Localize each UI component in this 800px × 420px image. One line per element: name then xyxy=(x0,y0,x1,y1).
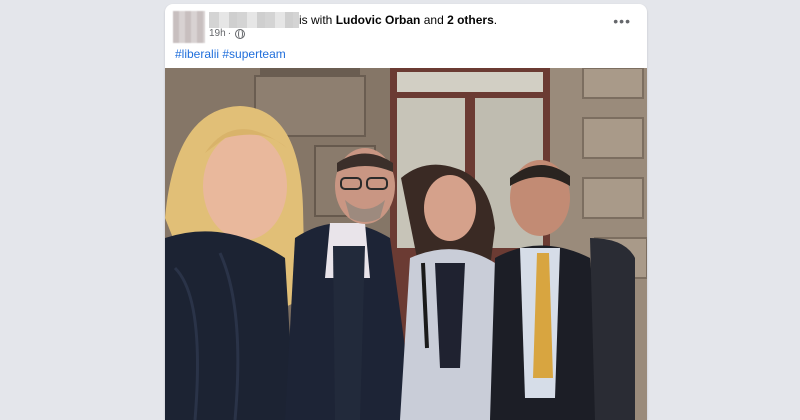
with-connector: is with xyxy=(299,13,333,27)
meta-separator: · xyxy=(227,28,232,39)
author-name-blurred[interactable] xyxy=(209,12,299,28)
globe-icon[interactable] xyxy=(235,29,246,39)
group-photo-illustration xyxy=(165,68,647,420)
hashtag-liberalii[interactable]: #liberalii xyxy=(175,47,219,61)
others-link[interactable]: 2 others xyxy=(447,13,494,27)
post-header: is with Ludovic Orban and 2 others. xyxy=(299,12,497,28)
post-meta: 19h · xyxy=(209,28,246,40)
hashtag-superteam[interactable]: #superteam xyxy=(222,47,285,61)
hashtags: #liberalii #superteam xyxy=(175,46,286,62)
post-timestamp[interactable]: 19h xyxy=(209,28,226,40)
more-options-icon[interactable]: ••• xyxy=(613,14,631,28)
post-photo[interactable] xyxy=(165,68,647,420)
and-word: and xyxy=(423,13,444,27)
tagged-person-link[interactable]: Ludovic Orban xyxy=(336,13,421,27)
author-avatar-blurred[interactable] xyxy=(173,11,205,43)
post-card: is with Ludovic Orban and 2 others. 19h … xyxy=(165,4,647,420)
header-period: . xyxy=(493,13,498,27)
